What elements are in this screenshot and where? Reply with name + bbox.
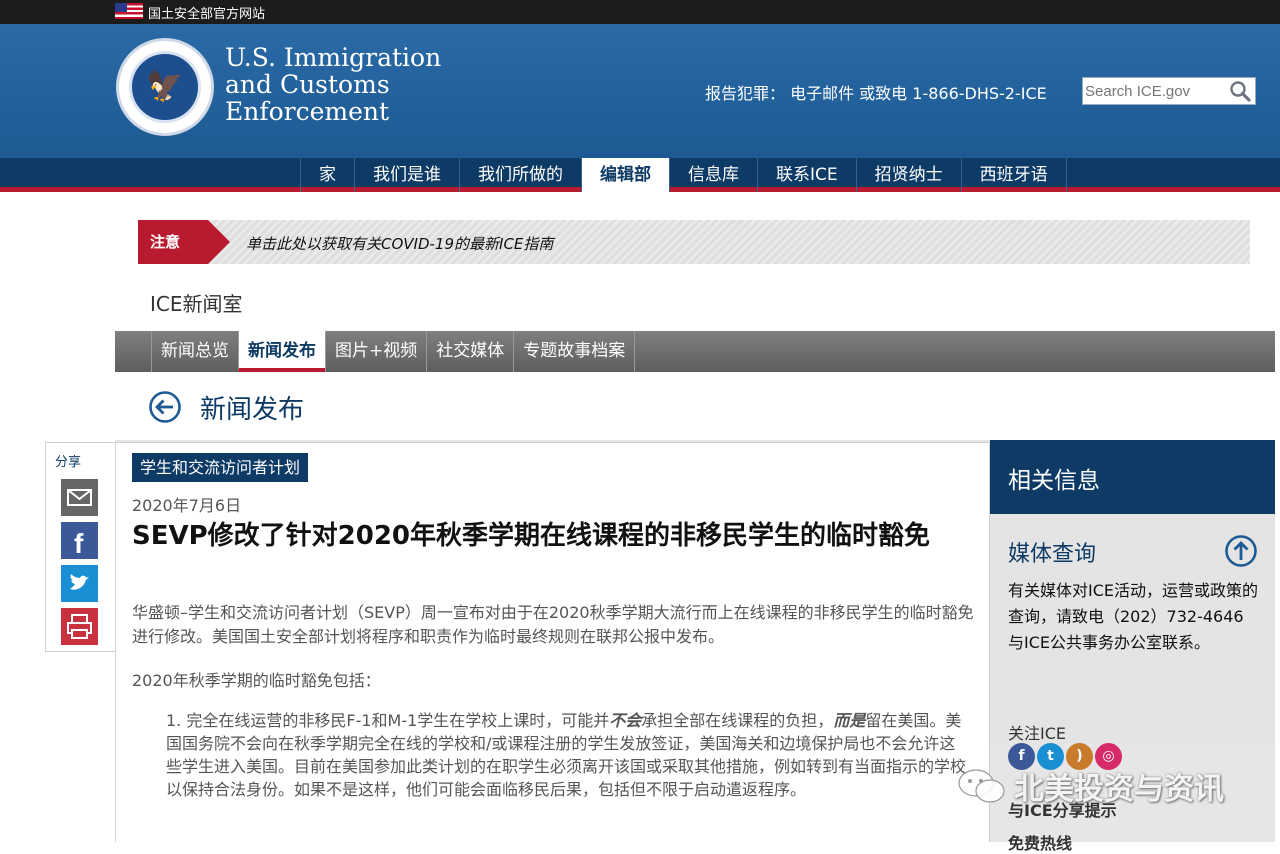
list-text: 完全在线运营的非移民F-1和M-1学生在学校上课时，可能并 — [186, 711, 610, 730]
back-arrow-icon[interactable] — [148, 390, 182, 424]
nav-item-library[interactable]: 信息库 — [670, 158, 758, 192]
agency-name-line3: Enforcement — [225, 97, 390, 126]
nav-item-contact[interactable]: 联系ICE — [758, 158, 857, 192]
sidebar-heading: 相关信息 — [990, 440, 1275, 514]
share-toolbar: 分享 f — [45, 442, 115, 652]
media-inquiries-title[interactable]: 媒体查询 — [1008, 536, 1096, 568]
article-date: 2020年7月6日 — [132, 496, 242, 515]
newsroom-label[interactable]: ICE新闻室 — [150, 288, 243, 317]
nav-item-who-we-are[interactable]: 我们是谁 — [355, 158, 460, 192]
search-input[interactable] — [1085, 81, 1225, 101]
article-headline: SEVP修改了针对2020年秋季学期在线课程的非移民学生的临时豁免 — [132, 521, 931, 551]
list-text: 承担全部在线课程的负担， — [641, 711, 834, 730]
agency-name[interactable]: U.S. Immigration and Customs Enforcement — [225, 44, 441, 125]
official-site-label: 国土安全部官方网站 — [148, 7, 266, 22]
newsroom-subnav: 新闻总览 新闻发布 图片+视频 社交媒体 专题故事档案 — [115, 331, 1275, 372]
search-box — [1082, 77, 1256, 105]
media-inquiries-box: 媒体查询 有关媒体对ICE活动，运营或政策的查询，请致电（202）732-464… — [990, 514, 1275, 744]
list-number: 1. — [166, 711, 182, 730]
subnav-item-releases[interactable]: 新闻发布 — [238, 331, 325, 372]
agency-name-line2: and Customs — [225, 70, 390, 99]
print-icon[interactable] — [61, 608, 98, 645]
category-badge[interactable]: 学生和交流访问者计划 — [132, 453, 309, 482]
collapse-up-icon[interactable] — [1224, 534, 1258, 568]
alert-tag: 注意 — [138, 220, 230, 264]
facebook-share-icon[interactable]: f — [61, 522, 98, 559]
article-paragraph: 2020年秋季学期的临时豁免包括： — [132, 671, 381, 690]
article-paragraph: 华盛顿–学生和交流访问者计划（SEVP）周一宣布对由于在2020秋季学期大流行而… — [132, 603, 974, 646]
subnav-item-story-archive[interactable]: 专题故事档案 — [513, 331, 636, 372]
subnav-item-social-media[interactable]: 社交媒体 — [426, 331, 513, 372]
main-nav: 家 我们是谁 我们所做的 编辑部 信息库 联系ICE 招贤纳士 西班牙语 — [0, 158, 1280, 192]
email-icon[interactable] — [61, 479, 98, 516]
wechat-watermark: 北美投资与资讯 — [956, 764, 1224, 808]
agency-name-line1: U.S. Immigration — [225, 43, 442, 72]
list-emphasis: 不会 — [609, 711, 642, 730]
report-crime-link[interactable]: 报告犯罪： 电子邮件 或致电 1-866-DHS-2-ICE — [705, 80, 1047, 104]
follow-ice-label: 关注ICE — [1008, 724, 1067, 743]
search-icon[interactable] — [1229, 80, 1251, 102]
watermark-text: 北美投资与资讯 — [1014, 772, 1224, 807]
media-inquiries-text: 有关媒体对ICE活动，运营或政策的查询，请致电（202）732-4646与ICE… — [1008, 581, 1259, 652]
nav-item-newsroom[interactable]: 编辑部 — [582, 158, 670, 192]
covid-alert-banner[interactable]: 注意 单击此处以获取有关COVID-19的最新ICE指南 — [138, 220, 1250, 264]
subnav-item-photos-videos[interactable]: 图片+视频 — [325, 331, 426, 372]
top-bar: 国土安全部官方网站 — [0, 0, 1280, 24]
share-label: 分享 — [55, 455, 82, 470]
svg-text:f: f — [74, 528, 84, 559]
nav-item-what-we-do[interactable]: 我们所做的 — [460, 158, 582, 192]
site-header: 🦅 U.S. Immigration and Customs Enforceme… — [0, 24, 1280, 158]
wechat-icon — [958, 769, 1005, 803]
page-title: 新闻发布 — [200, 395, 305, 425]
eagle-icon: 🦅 — [146, 69, 184, 104]
nav-item-careers[interactable]: 招贤纳士 — [857, 158, 962, 192]
nav-item-home[interactable]: 家 — [300, 158, 355, 192]
dhs-seal-logo[interactable]: 🦅 — [116, 38, 214, 136]
twitter-share-icon[interactable] — [61, 565, 98, 602]
nav-item-spanish[interactable]: 西班牙语 — [962, 158, 1067, 192]
alert-message-link[interactable]: 单击此处以获取有关COVID-19的最新ICE指南 — [246, 233, 553, 254]
us-flag-icon — [115, 3, 143, 19]
list-emphasis: 而是 — [833, 711, 866, 730]
news-article: 学生和交流访问者计划 2020年7月6日 SEVP修改了针对2020年秋季学期在… — [115, 442, 990, 842]
list-item: 1. 完全在线运营的非移民F-1和M-1学生在学校上课时，可能并不会承担全部在线… — [166, 709, 966, 801]
subnav-item-overview[interactable]: 新闻总览 — [151, 331, 238, 372]
hotline-label: 免费热线 — [1008, 834, 1073, 853]
